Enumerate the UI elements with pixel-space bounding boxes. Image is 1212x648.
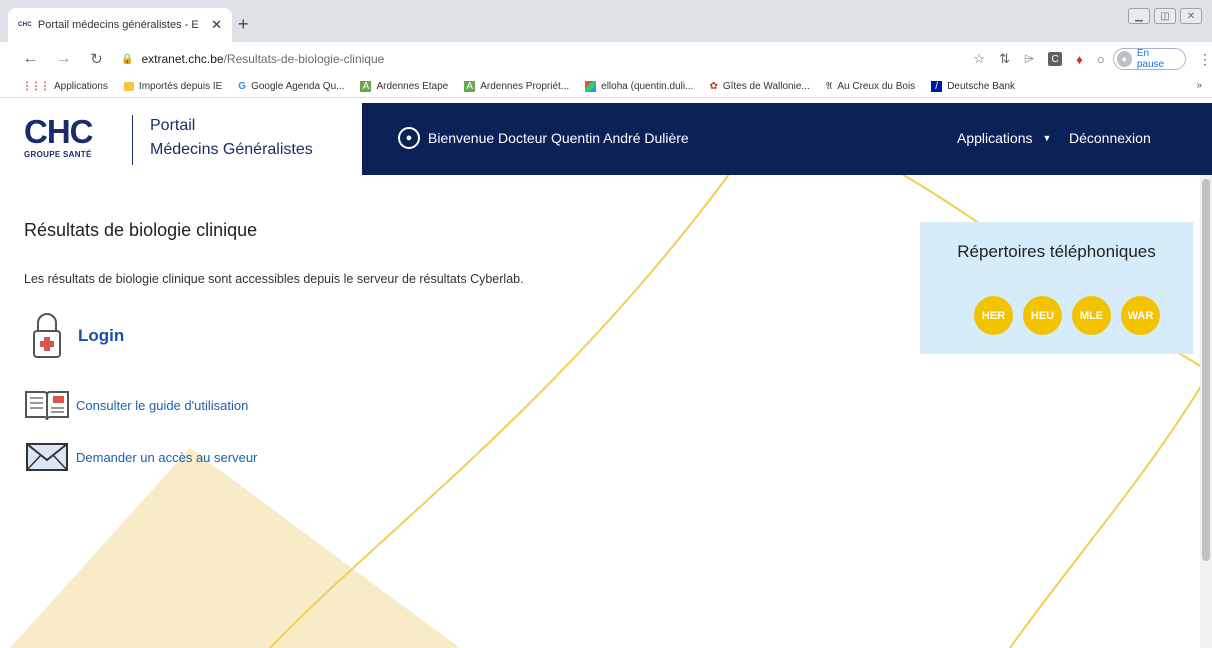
url-host: extranet.chc.be [141, 52, 224, 66]
applications-label: Applications [957, 130, 1033, 146]
close-tab-icon[interactable]: ✕ [211, 17, 222, 33]
bookmark-ardennes-propriet[interactable]: A Ardennes Propriét... [464, 81, 569, 92]
site-button-her[interactable]: HER [974, 296, 1013, 335]
envelope-icon [24, 434, 70, 480]
browser-tab[interactable]: CHC Portail médecins généralistes - E ✕ [8, 8, 232, 42]
bookmark-label: Applications [54, 81, 108, 92]
bookmarks-overflow-icon[interactable]: » [1196, 80, 1202, 91]
bookmark-gites-wallonie[interactable]: ✿ Gîtes de Wallonie... [709, 81, 809, 92]
extension-pin-icon[interactable]: ♦ [1076, 52, 1083, 67]
bookmark-imported-ie[interactable]: Importés depuis IE [123, 81, 223, 92]
url-path: /Resultats-de-biologie-clinique [223, 52, 385, 66]
bookmark-label: Deutsche Bank [947, 81, 1016, 92]
bookmark-label: Ardennes Etape [376, 81, 449, 92]
logo-subtitle: GROUPE SANTÉ [24, 150, 92, 159]
bookmark-star-icon[interactable]: ☆ [973, 51, 985, 67]
guide-label: Consulter le guide d'utilisation [76, 397, 249, 413]
bookmarks-bar: ⋮⋮⋮ Applications Importés depuis IE G Go… [0, 76, 1212, 98]
tab-title: Portail médecins généralistes - E [37, 19, 199, 31]
bookmark-label: elloha (quentin.duli... [601, 81, 694, 92]
intro-text: Les résultats de biologie clinique sont … [24, 272, 524, 286]
bookmark-label: Importés depuis IE [138, 81, 223, 92]
page-scrollbar[interactable] [1200, 175, 1212, 648]
au-creux-icon: 𝔄 [825, 81, 833, 92]
window-controls: ▁ ◫ ✕ [1128, 8, 1202, 24]
extension-icons: ☆ ⇅ ⌲ C ♦ ○ [973, 51, 1104, 67]
green-square-icon: A [360, 81, 372, 92]
apps-grid-icon: ⋮⋮⋮ [22, 81, 50, 92]
caret-down-icon: ▼ [1042, 133, 1052, 143]
welcome-text: Bienvenue Docteur Quentin André Dulière [428, 130, 689, 146]
forward-arrow-icon[interactable]: → [53, 50, 74, 68]
maximize-icon[interactable]: ◫ [1154, 8, 1176, 24]
door-hanger-medical-icon [24, 313, 70, 359]
bookmark-label: Au Creux du Bois [837, 81, 916, 92]
decorative-background [10, 172, 1212, 648]
extension-circle-icon[interactable]: ○ [1097, 52, 1105, 67]
bookmark-label: Ardennes Propriét... [480, 81, 570, 92]
lock-icon: 🔒 [121, 53, 134, 65]
page-title: Résultats de biologie clinique [24, 220, 258, 240]
phone-directory-title: Répertoires téléphoniques [957, 242, 1156, 261]
book-icon [24, 382, 70, 428]
more-menu-icon[interactable]: ⋮ [1198, 51, 1212, 68]
top-navbar: ● Bienvenue Docteur Quentin André Dulièr… [362, 103, 1212, 175]
bookmark-deutsche-bank[interactable]: / Deutsche Bank [931, 81, 1015, 92]
bookmark-label: Gîtes de Wallonie... [722, 81, 810, 92]
avatar-icon: ● [1116, 51, 1132, 67]
back-arrow-icon[interactable]: ← [20, 50, 41, 68]
bookmark-applications[interactable]: ⋮⋮⋮ Applications [22, 81, 108, 92]
profile-label: En pause [1136, 48, 1165, 70]
request-access-link[interactable]: Demander un accès au serveur [24, 434, 257, 480]
profile-paused-button[interactable]: ● En pause [1112, 48, 1187, 70]
site-button-heu[interactable]: HEU [1023, 296, 1062, 335]
browser-toolbar: ← → ↻ 🔒 extranet.chc.be /Resultats-de-bi… [0, 42, 1212, 76]
google-icon: G [238, 81, 247, 92]
bookmark-google-agenda[interactable]: G Google Agenda Qu... [238, 81, 344, 92]
site-button-mle[interactable]: MLE [1072, 296, 1111, 335]
multicolor-icon [585, 81, 597, 92]
logo-mark: CHC [24, 113, 94, 150]
browser-tab-bar: CHC Portail médecins généralistes - E ✕ … [0, 0, 1212, 42]
address-bar[interactable]: 🔒 extranet.chc.be /Resultats-de-biologie… [121, 45, 961, 73]
portal-title-line1: Portail [150, 117, 196, 134]
welcome-message: ● Bienvenue Docteur Quentin André Dulièr… [398, 127, 689, 149]
site-header: CHC GROUPE SANTÉ Portail Médecins Généra… [0, 103, 1212, 175]
reload-icon[interactable]: ↻ [86, 50, 107, 68]
minimize-icon[interactable]: ▁ [1128, 8, 1150, 24]
user-icon: ● [398, 127, 420, 149]
extension-filter-icon[interactable]: ⌲ [1024, 51, 1034, 67]
folder-icon [123, 82, 134, 91]
chc-favicon-icon: CHC [18, 22, 32, 28]
green-square-icon: A [464, 81, 476, 92]
extension-translate-icon[interactable]: ⇅ [999, 51, 1010, 67]
bookmark-label: Google Agenda Qu... [251, 81, 345, 92]
bookmark-elloha[interactable]: elloha (quentin.duli... [585, 81, 693, 92]
new-tab-button[interactable]: + [238, 14, 249, 35]
request-access-label: Demander un accès au serveur [76, 449, 258, 465]
logout-link[interactable]: Déconnexion [1069, 130, 1151, 146]
portal-title: Portail Médecins Généralistes [150, 114, 313, 162]
page-viewport: CHC GROUPE SANTÉ Portail Médecins Généra… [0, 103, 1212, 648]
bookmark-ardennes-etape[interactable]: A Ardennes Etape [360, 81, 448, 92]
logo-divider [132, 115, 133, 165]
extension-c-icon[interactable]: C [1048, 52, 1063, 66]
close-window-icon[interactable]: ✕ [1180, 8, 1202, 24]
applications-menu[interactable]: Applications ▼ [957, 130, 1051, 146]
phone-directory-panel: Répertoires téléphoniques HER HEU MLE WA… [920, 222, 1193, 354]
site-button-war[interactable]: WAR [1121, 296, 1160, 335]
scrollbar-thumb[interactable] [1202, 179, 1210, 561]
phone-site-buttons: HER HEU MLE WAR [974, 296, 1160, 335]
login-label: Login [78, 326, 125, 345]
wallonie-icon: ✿ [709, 81, 718, 92]
deutsche-bank-icon: / [931, 81, 943, 92]
portal-title-line2: Médecins Généralistes [150, 141, 313, 158]
bookmark-au-creux[interactable]: 𝔄 Au Creux du Bois [826, 81, 915, 92]
chc-logo[interactable]: CHC GROUPE SANTÉ [24, 115, 124, 165]
login-link[interactable]: Login [24, 313, 124, 359]
guide-link[interactable]: Consulter le guide d'utilisation [24, 382, 248, 428]
